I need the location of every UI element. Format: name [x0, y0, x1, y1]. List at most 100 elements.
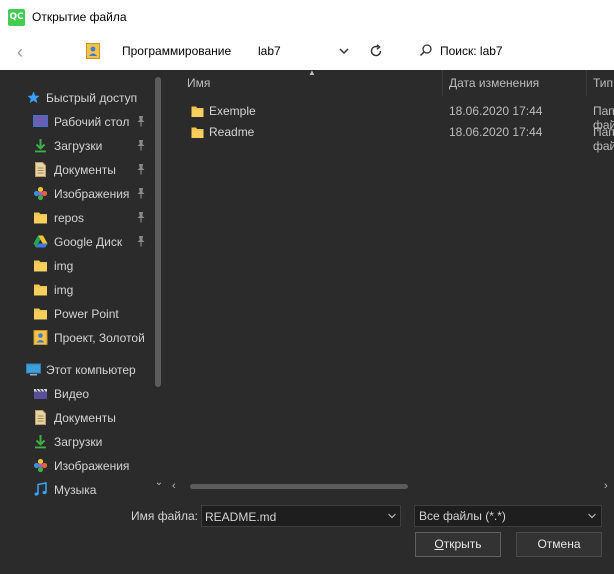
document-icon — [35, 410, 46, 425]
sidebar-item-img[interactable]: img — [0, 278, 152, 302]
sort-up-icon: ▲ — [308, 70, 316, 77]
scrollbar-thumb[interactable] — [190, 484, 408, 489]
address-bar: ‹ Программирование lab7 — [0, 34, 614, 70]
sidebar-item-label: Этот компьютер — [46, 363, 136, 377]
folder-icon — [34, 212, 47, 224]
file-row[interactable]: Exemple 18.06.2020 17:44 Папка с файлами — [166, 101, 614, 132]
column-header-type[interactable]: Тип — [593, 76, 613, 90]
file-type: Папка с файлами — [593, 125, 614, 153]
sidebar-item-google-drive[interactable]: Google Диск — [0, 230, 152, 254]
sidebar-item-downloads[interactable]: Загрузки — [0, 430, 152, 454]
filetype-value: Все файлы (*.*) — [419, 509, 506, 523]
video-icon — [34, 388, 47, 399]
sidebar-item-pictures[interactable]: Изображения — [0, 182, 152, 206]
pin-icon[interactable] — [135, 187, 147, 199]
navigation-pane: Быстрый доступ Рабочий стол Загрузки Док… — [0, 70, 165, 497]
sidebar-item-label: Изображения — [54, 459, 130, 473]
chevron-down-icon[interactable] — [336, 43, 352, 59]
pin-icon[interactable] — [135, 115, 147, 127]
scroll-left-arrow-icon[interactable]: ‹ — [172, 480, 176, 492]
window-title: Открытие файла — [32, 10, 127, 24]
sidebar-item-label: img — [54, 259, 74, 273]
column-divider[interactable] — [442, 70, 443, 96]
folder-icon — [191, 106, 204, 117]
sidebar-item-label: Google Диск — [54, 235, 123, 249]
file-date: 18.06.2020 17:44 — [449, 104, 543, 118]
pictures-icon — [33, 458, 48, 473]
filetype-select[interactable]: Все файлы (*.*) — [414, 505, 602, 527]
download-icon — [35, 435, 46, 449]
cancel-button[interactable]: Отмена — [516, 532, 602, 557]
breadcrumb-lab7[interactable]: lab7 — [258, 44, 281, 58]
sidebar-item-documents[interactable]: Документы — [0, 406, 152, 430]
music-icon — [34, 482, 47, 496]
sidebar-item-label: Видео — [54, 387, 90, 401]
file-name: Exemple — [209, 104, 256, 118]
filename-label: Имя файла: — [131, 509, 198, 523]
pin-icon[interactable] — [135, 139, 147, 151]
sidebar-item-label: img — [54, 283, 74, 297]
chevron-down-icon[interactable] — [587, 511, 597, 521]
sidebar-item-downloads[interactable]: Загрузки — [0, 134, 152, 158]
sidebar-item-video[interactable]: Видео — [0, 382, 152, 406]
sidebar-scrollbar[interactable]: ⌄ — [152, 70, 165, 490]
open-button-mnemonic: О — [434, 537, 444, 551]
column-header-date[interactable]: Дата изменения — [449, 76, 539, 90]
sidebar-item-documents[interactable]: Документы — [0, 158, 152, 182]
folder-icon — [34, 284, 47, 296]
dialog-footer: Имя файла: Все файлы (*.*) Открыть Отмен… — [0, 496, 614, 574]
pin-icon[interactable] — [135, 163, 147, 175]
document-icon — [35, 162, 46, 177]
filename-input[interactable] — [205, 508, 383, 525]
title-bar: QC Открытие файла — [0, 0, 614, 34]
download-icon — [35, 139, 46, 153]
folder-icon — [191, 127, 204, 138]
horizontal-scrollbar[interactable]: ‹ › — [166, 478, 614, 494]
qt-app-icon: QC — [8, 9, 25, 26]
scrollbar-thumb[interactable] — [155, 77, 161, 387]
column-divider[interactable] — [586, 70, 587, 96]
desktop-icon — [33, 115, 48, 127]
folder-icon — [34, 260, 47, 272]
sidebar-item-label: Документы — [54, 163, 116, 177]
contact-folder-icon — [86, 43, 100, 59]
sidebar-item-label: Загрузки — [54, 139, 103, 153]
search-icon — [419, 44, 432, 57]
file-date: 18.06.2020 17:44 — [449, 125, 543, 139]
sidebar-quick-access[interactable]: Быстрый доступ — [0, 86, 152, 110]
pin-icon[interactable] — [135, 211, 147, 223]
google-drive-icon — [33, 235, 48, 248]
refresh-icon[interactable] — [368, 43, 384, 59]
pictures-icon — [33, 186, 48, 201]
sidebar-item-label: Загрузки — [54, 435, 103, 449]
chevron-down-icon[interactable] — [387, 511, 397, 521]
open-button-label: ткрыть — [443, 537, 482, 551]
file-list: Имя ▲ Дата изменения Тип Exemple 18.06.2… — [166, 70, 614, 496]
sidebar-item-img[interactable]: img — [0, 254, 152, 278]
filename-combobox[interactable] — [201, 505, 401, 527]
sidebar-item-label: Рабочий стол — [54, 115, 130, 129]
sidebar-this-pc[interactable]: Этот компьютер — [0, 358, 152, 382]
computer-icon — [26, 363, 41, 376]
breadcrumb-programming[interactable]: Программирование — [122, 44, 231, 58]
sidebar-item-label: Документы — [54, 411, 116, 425]
open-button[interactable]: Открыть — [415, 532, 501, 557]
search-input[interactable] — [440, 40, 610, 62]
sidebar-item-pictures[interactable]: Изображения — [0, 454, 152, 478]
sidebar-item-desktop[interactable]: Рабочий стол — [0, 110, 152, 134]
sidebar-item-label: Музыка — [54, 483, 97, 497]
sidebar-item-project[interactable]: Проект, Золотой — [0, 326, 152, 350]
scroll-right-arrow-icon[interactable]: › — [604, 480, 608, 492]
sidebar-item-label: repos — [54, 211, 85, 225]
back-button[interactable]: ‹ — [8, 40, 32, 64]
sidebar-item-label: Power Point — [54, 307, 119, 321]
sidebar-item-power-point[interactable]: Power Point — [0, 302, 152, 326]
pin-icon[interactable] — [135, 235, 147, 247]
file-row[interactable]: Readme 18.06.2020 17:44 Папка с файлами — [166, 122, 614, 153]
sidebar-item-label: Проект, Золотой — [54, 331, 145, 345]
star-icon — [27, 91, 40, 104]
contact-folder-icon — [33, 330, 48, 345]
scroll-down-arrow-icon[interactable]: ⌄ — [153, 477, 165, 489]
column-header-name[interactable]: Имя — [187, 76, 210, 90]
sidebar-item-repos[interactable]: repos — [0, 206, 152, 230]
